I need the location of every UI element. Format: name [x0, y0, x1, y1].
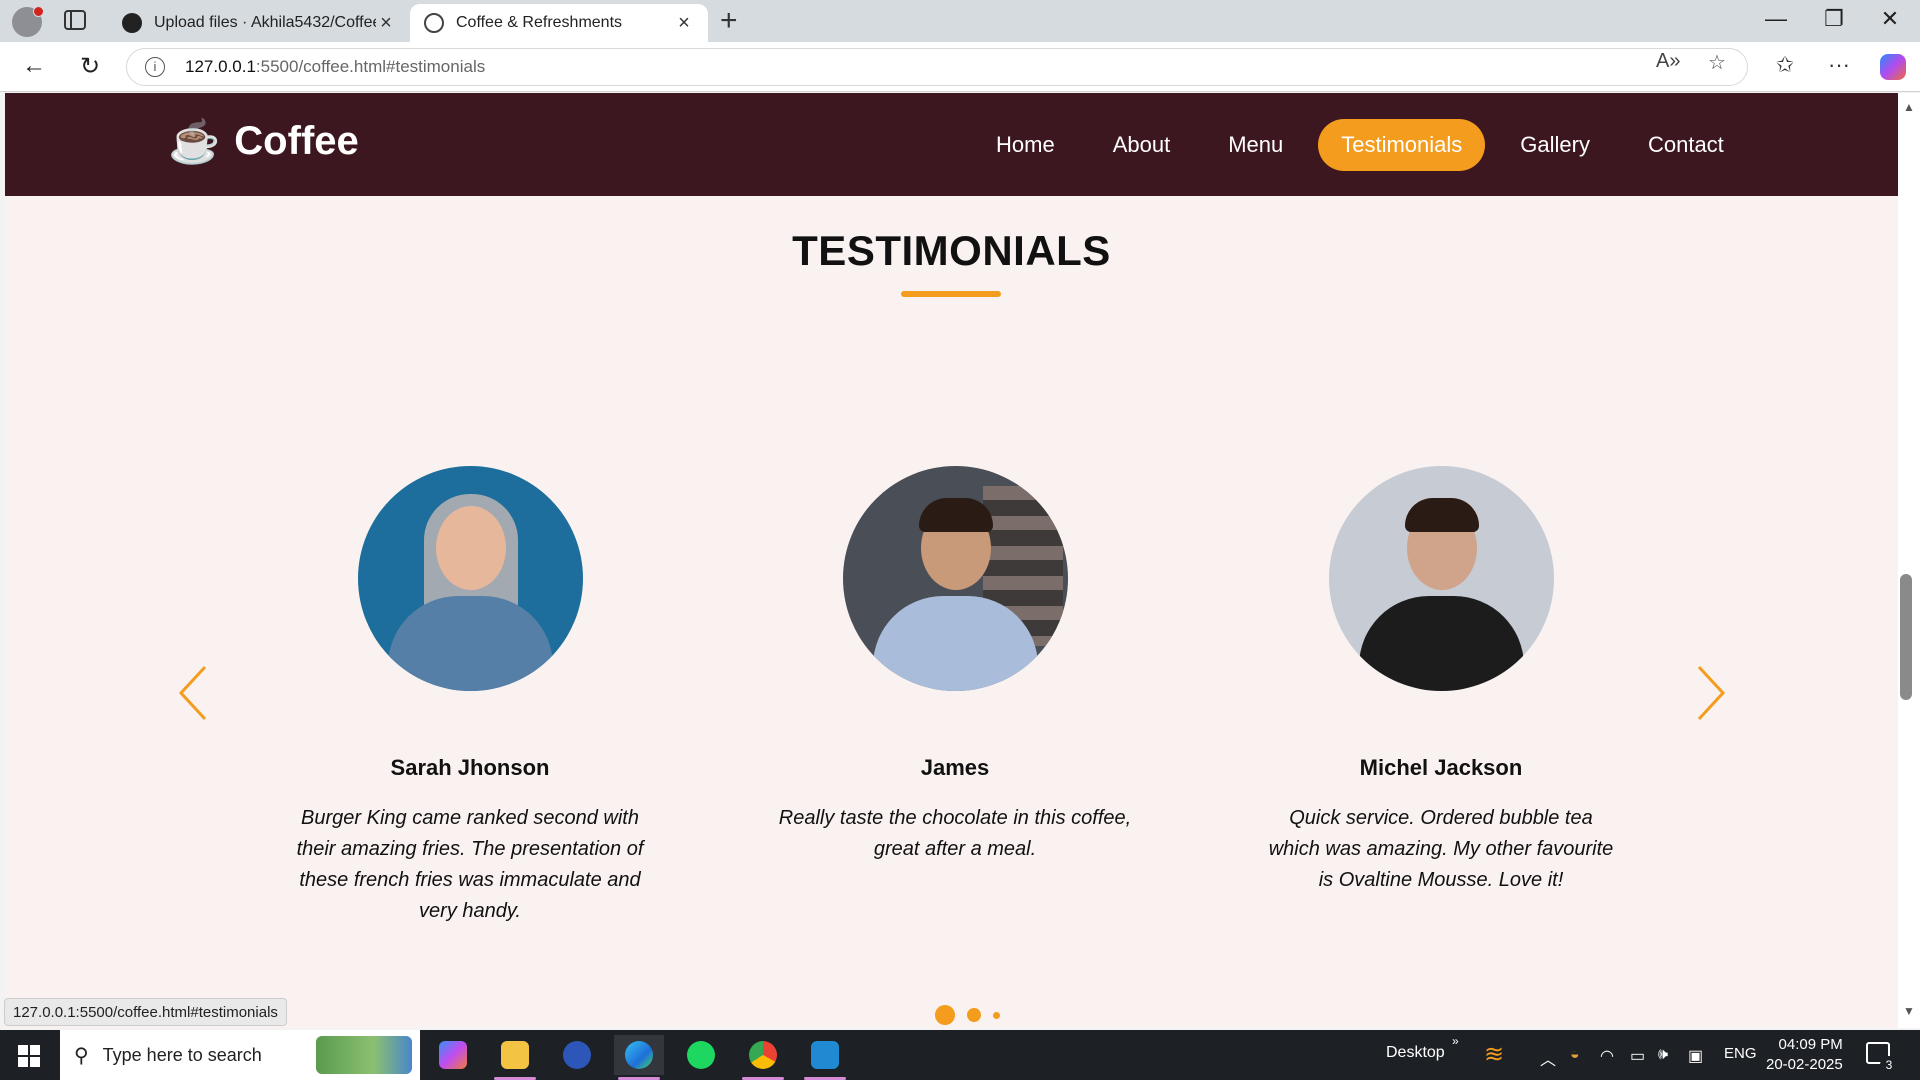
url-path: :5500/coffee.html#testimonials: [255, 57, 486, 76]
globe-icon: [424, 13, 444, 33]
tray-app-icon[interactable]: ◒: [1570, 1046, 1580, 1064]
volume-icon[interactable]: 🕪: [1658, 1046, 1668, 1064]
title-underline: [901, 291, 1001, 297]
github-icon: [122, 13, 142, 33]
browser-tab-github[interactable]: Upload files · Akhila5432/Coffee_ ×: [108, 4, 410, 42]
stack-app-icon[interactable]: ≋: [1484, 1040, 1504, 1069]
testimonial-quote: Burger King came ranked second with thei…: [296, 807, 644, 922]
pagination-dot[interactable]: [935, 1005, 955, 1025]
next-arrow-icon[interactable]: [1691, 663, 1729, 723]
nav-gallery[interactable]: Gallery: [1497, 119, 1613, 171]
avatar: [357, 466, 583, 691]
close-tab-icon[interactable]: ×: [674, 12, 694, 35]
chrome-icon[interactable]: [738, 1035, 788, 1080]
language-indicator[interactable]: ENG: [1724, 1045, 1757, 1062]
favorites-icon[interactable]: ✩: [1770, 52, 1800, 78]
clock-date: 20-02-2025: [1766, 1056, 1843, 1073]
testimonial-name: Sarah Jhonson: [390, 755, 550, 780]
minimize-button[interactable]: —: [1748, 6, 1804, 32]
coffee-cup-icon: ☕: [168, 117, 221, 165]
scroll-up-icon[interactable]: ▲: [1898, 100, 1920, 114]
read-aloud-icon[interactable]: A»: [1656, 50, 1680, 73]
notification-count: 3: [1880, 1056, 1898, 1074]
testimonial-name: James: [920, 755, 990, 780]
testimonial-name: Michel Jackson: [1359, 755, 1523, 780]
nav-testimonials[interactable]: Testimonials: [1318, 119, 1486, 171]
wifi-icon[interactable]: ◠: [1600, 1046, 1614, 1066]
profile-avatar[interactable]: [12, 6, 44, 37]
site-logo[interactable]: ☕ Coffee: [168, 119, 359, 164]
new-tab-button[interactable]: +: [720, 6, 738, 36]
battery-icon[interactable]: ▭: [1630, 1046, 1645, 1066]
avatar: [1328, 466, 1554, 691]
address-toolbar: ← ↻ i 127.0.0.1:5500/coffee.html#testimo…: [0, 42, 1920, 92]
back-arrow-icon[interactable]: ←: [16, 52, 52, 80]
carousel-pagination: [935, 1005, 1012, 1025]
tab-title: Upload files · Akhila5432/Coffee_: [154, 14, 376, 31]
taskbar-search[interactable]: ⚲ Type here to search: [60, 1030, 420, 1080]
testimonial-card: Michel Jackson Quick service. Ordered bu…: [1231, 466, 1651, 896]
windows-taskbar: ⚲ Type here to search Desktop » ≋ ︿ ◒ ◠ …: [0, 1030, 1920, 1080]
edge-browser-icon[interactable]: [614, 1035, 664, 1080]
more-options-icon[interactable]: ···: [1824, 52, 1854, 78]
chevron-up-icon[interactable]: ︿: [1540, 1046, 1556, 1070]
nav-home[interactable]: Home: [973, 119, 1078, 171]
start-button[interactable]: [18, 1045, 40, 1067]
logo-text: Coffee: [234, 119, 359, 163]
clock-time: 04:09 PM: [1778, 1036, 1843, 1053]
page-scrollbar[interactable]: [1898, 93, 1920, 1028]
site-nav: Home About Menu Testimonials Gallery Con…: [961, 119, 1747, 171]
search-highlight-image: [316, 1036, 412, 1074]
testimonial-card: James Really taste the chocolate in this…: [745, 466, 1165, 865]
vscode-icon[interactable]: [800, 1035, 850, 1080]
url-host: 127.0.0.1: [185, 57, 256, 76]
section-title: TESTIMONIALS: [792, 227, 1111, 274]
site-header: ☕ Coffee Home About Menu Testimonials Ga…: [5, 93, 1898, 196]
avatar: [842, 466, 1068, 691]
pagination-dot[interactable]: [993, 1011, 1000, 1019]
browser-tab-bar: Upload files · Akhila5432/Coffee_ × Coff…: [0, 0, 1920, 42]
search-icon: ⚲: [74, 1044, 89, 1067]
nav-about[interactable]: About: [1090, 119, 1194, 171]
testimonial-quote: Really taste the chocolate in this coffe…: [778, 807, 1132, 860]
nav-contact[interactable]: Contact: [1625, 119, 1747, 171]
tab-actions-icon[interactable]: [64, 10, 86, 30]
copilot-app-icon[interactable]: [428, 1035, 478, 1075]
display-icon[interactable]: ▣: [1688, 1046, 1703, 1066]
testimonial-quote: Quick service. Ordered bubble tea which …: [1268, 807, 1614, 891]
scroll-down-icon[interactable]: ▼: [1898, 1004, 1920, 1018]
address-bar[interactable]: i 127.0.0.1:5500/coffee.html#testimonial…: [126, 48, 1748, 86]
close-window-button[interactable]: ✕: [1862, 6, 1918, 32]
spotify-icon[interactable]: [676, 1035, 726, 1075]
browser-tab-coffee[interactable]: Coffee & Refreshments ×: [410, 4, 708, 42]
search-placeholder: Type here to search: [102, 1044, 262, 1065]
status-bar-url: 127.0.0.1:5500/coffee.html#testimonials: [4, 998, 287, 1026]
prev-arrow-icon[interactable]: [175, 663, 213, 723]
scrollbar-thumb[interactable]: [1900, 574, 1912, 700]
pagination-dot[interactable]: [967, 1008, 981, 1022]
file-explorer-icon[interactable]: [490, 1035, 540, 1080]
site-info-icon[interactable]: i: [145, 57, 165, 77]
chevron-right-icon[interactable]: »: [1452, 1034, 1459, 1048]
app-t-icon[interactable]: [552, 1035, 602, 1075]
page-viewport: ☕ Coffee Home About Menu Testimonials Ga…: [5, 93, 1898, 1028]
close-tab-icon[interactable]: ×: [376, 12, 396, 35]
testimonial-card: Sarah Jhonson Burger King came ranked se…: [260, 466, 680, 927]
taskbar-clock[interactable]: 04:09 PM 20-02-2025: [1766, 1035, 1843, 1075]
desktop-toolbar-label[interactable]: Desktop: [1386, 1044, 1445, 1062]
copilot-icon[interactable]: [1880, 54, 1906, 80]
favorite-star-icon[interactable]: ☆: [1708, 50, 1726, 75]
reload-icon[interactable]: ↻: [72, 52, 108, 81]
restore-button[interactable]: ❐: [1806, 6, 1862, 32]
tab-title: Coffee & Refreshments: [456, 14, 623, 31]
nav-menu[interactable]: Menu: [1205, 119, 1306, 171]
